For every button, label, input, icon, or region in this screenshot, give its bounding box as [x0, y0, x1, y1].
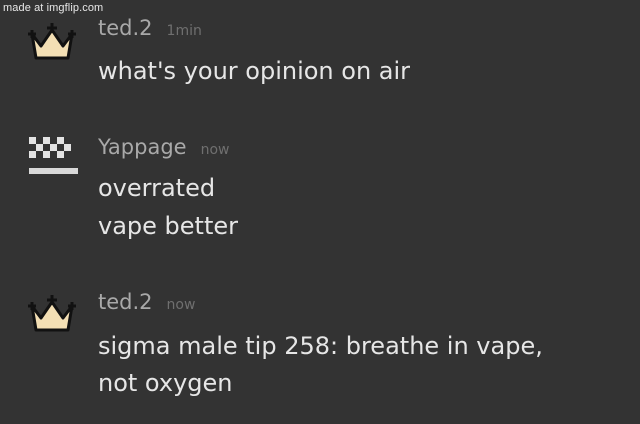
checkered-block-icon — [29, 137, 78, 174]
username[interactable]: Yappage — [98, 135, 187, 159]
crown-icon — [28, 23, 76, 60]
message-header: ted.2 1min — [98, 16, 202, 40]
username[interactable]: ted.2 — [98, 16, 153, 40]
message-header: Yappage now — [98, 135, 229, 159]
message-text: overrated — [98, 174, 216, 202]
message-text: vape better — [98, 212, 238, 240]
message-text: what's your opinion on air — [98, 57, 411, 85]
avatar[interactable] — [24, 20, 80, 68]
crown-icon — [28, 295, 76, 332]
message-text: sigma male tip 258: breathe in vape, — [98, 332, 543, 360]
timestamp: now — [200, 142, 230, 158]
avatar[interactable] — [24, 132, 80, 180]
username[interactable]: ted.2 — [98, 290, 153, 314]
message-text: not oxygen — [98, 369, 233, 397]
avatar[interactable] — [24, 292, 80, 340]
timestamp: 1min — [166, 23, 202, 39]
message-header: ted.2 now — [98, 290, 195, 314]
timestamp: now — [166, 297, 196, 313]
imgflip-watermark: made at imgflip.com — [3, 2, 104, 14]
